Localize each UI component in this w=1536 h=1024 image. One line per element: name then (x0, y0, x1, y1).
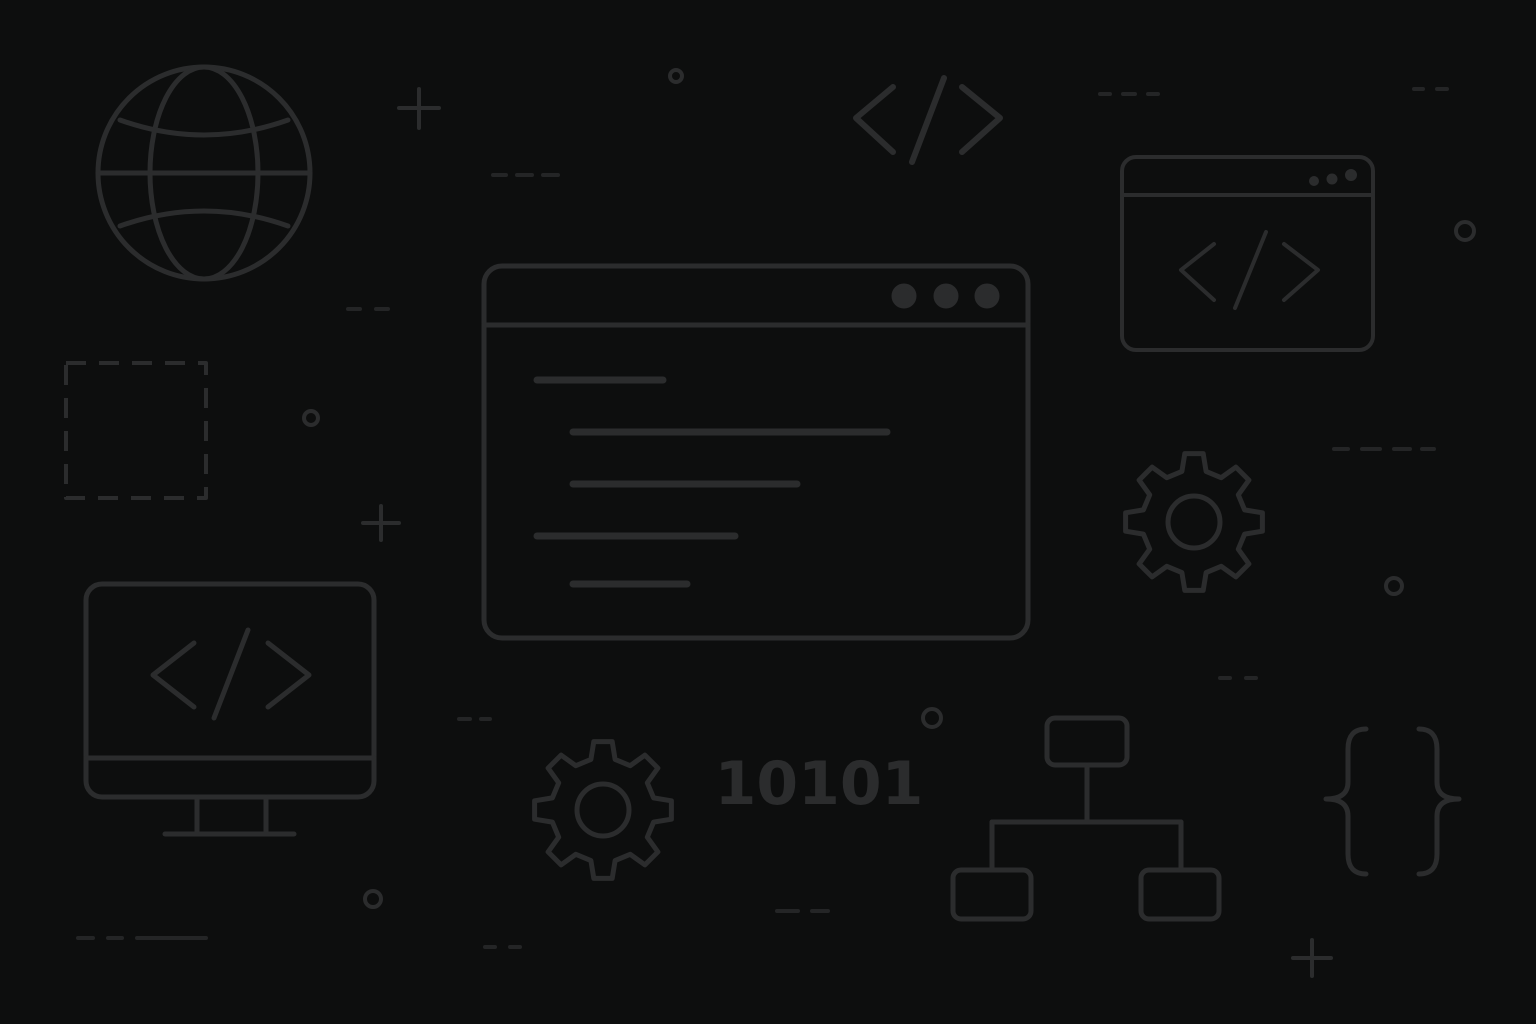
window-dot (1326, 173, 1338, 185)
window-dot (1345, 169, 1357, 181)
window-dot (933, 283, 959, 309)
window-dot (1309, 176, 1319, 186)
window-dot (891, 283, 917, 309)
background-pattern: 10101 (0, 0, 1536, 1024)
binary-icon: 10101 (715, 749, 924, 819)
background-fill (0, 0, 1536, 1024)
window-dot (974, 283, 1000, 309)
